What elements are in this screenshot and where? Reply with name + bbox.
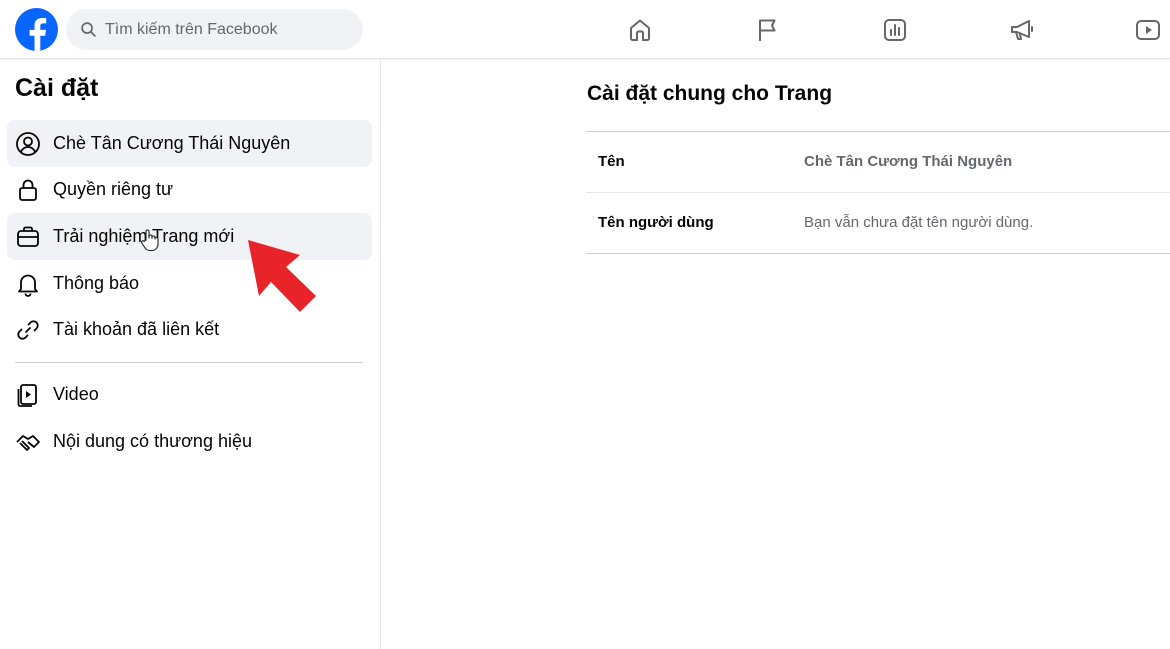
handshake-icon [16,434,40,451]
nav-home-button[interactable] [618,8,662,52]
settings-row-key: Tên [598,153,625,170]
settings-sidebar: Cài đặt Chè Tân Cương Thái Nguyên Quyền … [0,60,381,649]
sidebar-title: Cài đặt [15,74,99,102]
flag-icon [759,19,776,41]
nav-ads-button[interactable] [1000,8,1044,52]
sidebar-item-privacy[interactable]: Quyền riêng tư [7,166,372,213]
sidebar-item-branded-content[interactable]: Nội dung có thương hiệu [7,418,372,465]
sidebar-item-page-profile[interactable]: Chè Tân Cương Thái Nguyên [7,120,372,167]
sidebar-item-label: Video [53,384,99,404]
top-navigation-bar [0,0,1170,59]
settings-row-username[interactable]: Tên người dùng Bạn vẫn chưa đặt tên ngườ… [586,193,1170,254]
nav-pages-button[interactable] [745,8,789,52]
settings-row-value: Chè Tân Cương Thái Nguyên [804,153,1013,170]
settings-row-name[interactable]: Tên Chè Tân Cương Thái Nguyên [586,132,1170,193]
lock-icon [19,179,37,201]
video-file-icon [17,383,37,407]
sidebar-item-label: Thông báo [53,273,140,293]
sidebar-item-label: Quyền riêng tư [53,179,174,199]
search-icon [81,22,96,37]
megaphone-icon [1011,20,1033,40]
nav-insights-button[interactable] [873,8,917,52]
sidebar-item-label: Nội dung có thương hiệu [53,431,252,451]
search-box[interactable] [66,9,363,50]
settings-row-value: Bạn vẫn chưa đặt tên người dùng. [804,214,1034,231]
page-title: Cài đặt chung cho Trang [587,82,833,105]
bell-icon [18,274,38,297]
sidebar-item-label: Chè Tân Cương Thái Nguyên [53,133,291,153]
settings-row-key: Tên người dùng [598,214,714,231]
hand-cursor-icon [141,229,159,252]
video-icon [1136,20,1160,40]
nav-video-button[interactable] [1126,8,1170,52]
insights-icon [884,19,906,41]
home-icon [630,19,650,41]
facebook-logo-icon[interactable] [15,8,58,51]
red-arrow-annotation-icon [248,240,316,312]
link-icon [17,319,39,340]
sidebar-divider [15,362,363,363]
settings-table: Tên Chè Tân Cương Thái Nguyên Tên người … [586,131,1170,254]
briefcase-icon [17,226,39,247]
user-circle-icon [16,131,40,156]
search-input[interactable] [105,20,345,39]
sidebar-item-label: Tài khoản đã liên kết [53,319,220,339]
sidebar-item-video[interactable]: Video [7,371,372,418]
